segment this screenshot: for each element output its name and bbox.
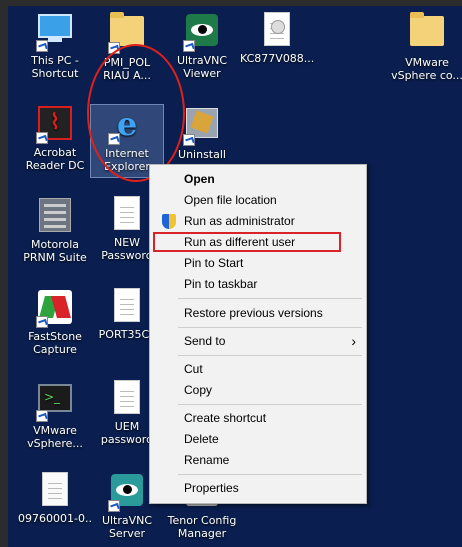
desktop-icon-pmi-polriau[interactable]: PMI_POL RIAU A... <box>90 12 164 86</box>
menu-separator <box>178 404 362 405</box>
menu-item-pin-to-start[interactable]: Pin to Start <box>150 253 366 273</box>
menu-item-send-to[interactable]: Send to › <box>150 331 366 351</box>
folder-icon <box>408 12 446 54</box>
menu-item-label: Open <box>184 172 215 186</box>
uninstall-icon <box>183 108 221 146</box>
menu-separator <box>178 298 362 299</box>
icon-label: Uninstall <box>178 148 226 161</box>
menu-item-restore-previous-versions[interactable]: Restore previous versions <box>150 303 366 323</box>
menu-item-cut[interactable]: Cut <box>150 359 366 379</box>
icon-label: Tenor Config Manager <box>167 514 237 540</box>
icon-label: KC877V088... <box>240 52 314 65</box>
faststone-icon <box>36 290 74 328</box>
menu-item-delete[interactable]: Delete <box>150 429 366 449</box>
desktop-icon-motorola-prnm[interactable]: Motorola PRNM Suite <box>18 196 92 270</box>
icon-label: This PC - Shortcut <box>31 54 79 80</box>
menu-item-label: Restore previous versions <box>184 306 323 320</box>
document-icon <box>36 472 74 510</box>
chevron-right-icon: › <box>351 333 356 349</box>
menu-item-label: Open file location <box>184 193 277 207</box>
computer-icon <box>36 14 74 52</box>
menu-item-rename[interactable]: Rename <box>150 450 366 470</box>
menu-item-label: Pin to Start <box>184 256 244 270</box>
menu-item-run-as-different-user[interactable]: Run as different user <box>150 232 366 252</box>
internet-explorer-icon: e <box>108 107 146 145</box>
menu-item-open[interactable]: Open <box>150 169 366 189</box>
menu-separator <box>178 327 362 328</box>
motorola-icon <box>36 198 74 236</box>
desktop-icon-vmware-vsphere[interactable]: >_ VMware vSphere... <box>18 380 92 454</box>
icon-label: FastStone Capture <box>28 330 82 356</box>
menu-item-label: Run as administrator <box>184 214 295 228</box>
desktop-icon-kc877v088[interactable]: KC877V088... <box>240 12 314 86</box>
menu-item-copy[interactable]: Copy <box>150 380 366 400</box>
desktop-icon-ultravnc-viewer[interactable]: UltraVNC Viewer <box>165 12 239 86</box>
icon-label: VMware vSphere co... <box>391 56 462 82</box>
menu-separator <box>178 474 362 475</box>
eye-icon <box>183 14 221 52</box>
menu-item-label: Properties <box>184 481 239 495</box>
document-icon <box>108 380 146 418</box>
menu-item-label: Send to <box>184 334 226 348</box>
document-icon <box>108 288 146 326</box>
desktop-icon-faststone-capture[interactable]: FastStone Capture <box>18 288 92 362</box>
desktop-icon-vmware-vsphere-co[interactable]: VMware vSphere co... <box>390 12 462 86</box>
icon-label: UltraVNC Viewer <box>176 54 228 80</box>
uac-shield-icon <box>162 214 176 229</box>
menu-item-run-as-administrator[interactable]: Run as administrator <box>150 211 366 231</box>
menu-separator <box>178 355 362 356</box>
icon-label: Acrobat Reader DC <box>25 146 85 172</box>
menu-item-label: Delete <box>184 432 219 446</box>
acrobat-icon: ⌇ <box>36 106 74 144</box>
menu-item-open-file-location[interactable]: Open file location <box>150 190 366 210</box>
desktop-icon-this-pc[interactable]: This PC - Shortcut <box>18 12 92 86</box>
menu-item-properties[interactable]: Properties <box>150 478 366 498</box>
eye-icon <box>108 474 146 512</box>
icon-label: Motorola PRNM Suite <box>23 238 87 264</box>
menu-item-label: Pin to taskbar <box>184 277 258 291</box>
menu-item-label: Run as different user <box>184 235 296 249</box>
desktop-icon-acrobat-reader[interactable]: ⌇ Acrobat Reader DC <box>18 104 92 178</box>
document-icon <box>258 12 296 50</box>
icon-label: PMI_POL RIAU A... <box>103 56 151 82</box>
document-icon <box>108 196 146 234</box>
menu-item-create-shortcut[interactable]: Create shortcut <box>150 408 366 428</box>
folder-icon <box>108 12 146 54</box>
icon-label: 09760001-0... <box>18 512 92 525</box>
menu-item-label: Cut <box>184 362 203 376</box>
context-menu: Open Open file location Run as administr… <box>149 164 367 504</box>
menu-item-label: Rename <box>184 453 230 467</box>
terminal-icon: >_ <box>36 384 74 422</box>
icon-label: VMware vSphere... <box>27 424 83 450</box>
menu-item-pin-to-taskbar[interactable]: Pin to taskbar <box>150 274 366 294</box>
desktop-icon-09760001[interactable]: 09760001-0... <box>18 472 92 546</box>
menu-item-label: Create shortcut <box>184 411 267 425</box>
icon-label: UltraVNC Server <box>101 514 153 540</box>
menu-item-label: Copy <box>184 383 213 397</box>
